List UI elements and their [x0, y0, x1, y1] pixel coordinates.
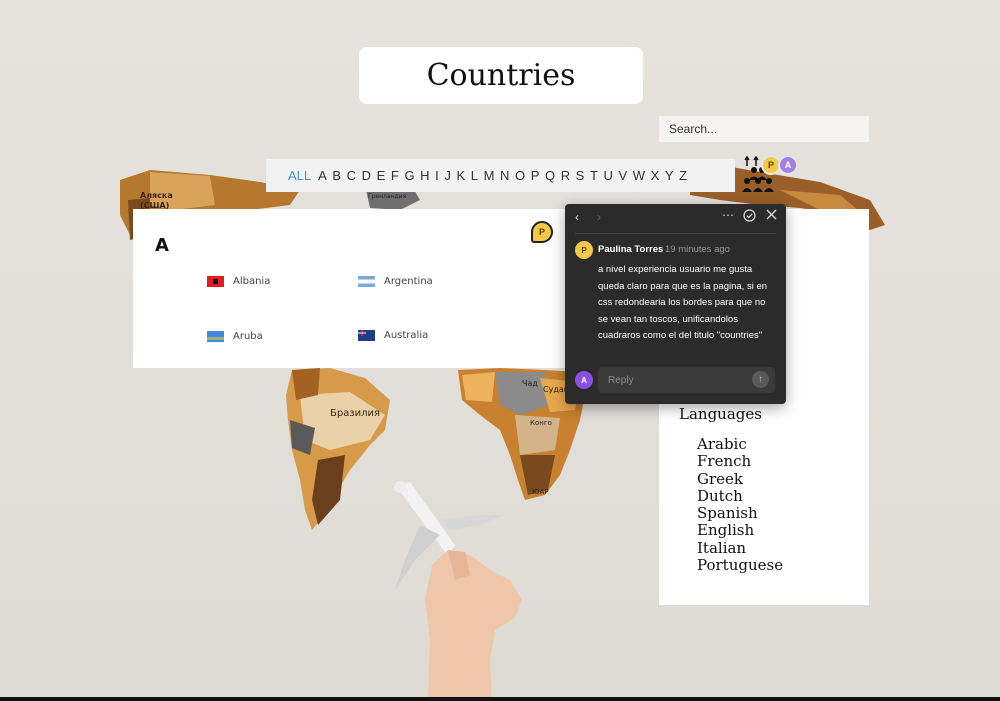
language-item: English [697, 521, 755, 540]
filter-letter-m[interactable]: M [484, 168, 495, 183]
comment-pin[interactable]: P [531, 221, 553, 243]
filter-letter-q[interactable]: Q [545, 168, 555, 183]
filter-letter-j[interactable]: J [444, 168, 451, 183]
filter-letter-x[interactable]: X [651, 168, 660, 183]
filter-letter-e[interactable]: E [377, 168, 386, 183]
page-title: Countries [359, 47, 643, 104]
filter-letter-o[interactable]: O [515, 168, 525, 183]
language-item: French [697, 452, 752, 471]
comment-divider [575, 233, 776, 234]
language-item: Greek [697, 469, 743, 488]
filter-letter-w[interactable]: W [633, 168, 645, 183]
filter-letter-t[interactable]: T [590, 168, 598, 183]
country-item[interactable]: Argentina [358, 276, 433, 287]
country-item[interactable]: Aruba [207, 331, 263, 342]
comment-author-avatar: P [575, 241, 593, 259]
chevron-left-icon[interactable]: ‹ [575, 210, 579, 224]
comment-timestamp: 19 minutes ago [665, 244, 730, 255]
albania-flag-icon [207, 276, 224, 287]
svg-text:Гренландия: Гренландия [368, 193, 407, 200]
hand [425, 550, 522, 701]
country-name: Argentina [384, 276, 433, 287]
country-item[interactable]: Australia [358, 330, 428, 341]
language-item: Spanish [697, 504, 758, 523]
language-item: Dutch [697, 486, 743, 505]
country-name: Australia [384, 330, 429, 341]
comment-toolbar: ‹ › ⋯ [565, 204, 786, 232]
argentina-flag-icon [358, 276, 375, 287]
filter-letter-v[interactable]: V [618, 168, 627, 183]
languages-title: Languages [679, 405, 762, 423]
aruba-flag-icon [207, 331, 224, 342]
filter-letter-p[interactable]: P [531, 168, 540, 183]
comment-text: a nivel experiencia usuario me gusta que… [598, 264, 768, 342]
filter-letter-n[interactable]: N [500, 168, 509, 183]
filter-letter-a[interactable]: A [318, 168, 327, 183]
countries-panel: A Albania Argentina Aruba Australia [133, 209, 565, 368]
comment-popup: ‹ › ⋯ P Paulina Torres 19 minutes ago a … [565, 204, 786, 404]
language-item: Portuguese [697, 556, 784, 575]
country-name: Aruba [233, 331, 263, 342]
language-item: Arabic [697, 435, 747, 453]
filter-letter-l[interactable]: L [471, 168, 478, 183]
comment-author: Paulina Torres [598, 244, 664, 255]
svg-text:ЮАР: ЮАР [532, 488, 549, 496]
search-input[interactable] [659, 116, 869, 142]
svg-text:Чад: Чад [522, 379, 538, 388]
filter-letter-k[interactable]: K [456, 168, 465, 183]
australia-flag-icon [358, 330, 375, 341]
send-arrow-icon[interactable]: ↑ [752, 371, 769, 388]
section-letter: A [155, 235, 169, 256]
language-item: Italian [697, 538, 747, 557]
avatar-collaborator-a[interactable]: A [778, 155, 798, 175]
reply-input[interactable] [598, 367, 775, 393]
filter-letter-g[interactable]: G [404, 168, 414, 183]
filter-letter-z[interactable]: Z [679, 168, 687, 183]
alphabet-filter: ALL A B C D E F G H I J K L M N O P Q R … [266, 159, 735, 192]
country-item[interactable]: Albania [207, 276, 270, 287]
filter-letter-h[interactable]: H [420, 168, 429, 183]
more-icon[interactable]: ⋯ [722, 208, 734, 222]
filter-letter-b[interactable]: B [332, 168, 341, 183]
filter-letter-u[interactable]: U [603, 168, 612, 183]
bottom-bar [0, 697, 1000, 701]
map-label-brazil: Бразилия [330, 408, 380, 419]
filter-all[interactable]: ALL [288, 168, 311, 183]
resolve-check-icon[interactable] [743, 209, 756, 225]
reply-avatar: A [575, 371, 593, 389]
chevron-right-icon[interactable]: › [597, 210, 601, 224]
filter-letter-y[interactable]: Y [665, 168, 674, 183]
map-label-alaska: Аляска [140, 191, 173, 200]
filter-letter-f[interactable]: F [391, 168, 399, 183]
filter-letter-c[interactable]: C [347, 168, 356, 183]
languages-list: Arabic French Greek Dutch Spanish Englis… [697, 435, 784, 575]
map-south-america: Бразилия [286, 368, 390, 530]
filter-letter-i[interactable]: I [435, 168, 439, 183]
filter-letter-d[interactable]: D [362, 168, 371, 183]
close-icon[interactable] [766, 209, 777, 223]
country-name: Albania [233, 276, 271, 287]
filter-letter-s[interactable]: S [576, 168, 585, 183]
filter-letter-r[interactable]: R [561, 168, 570, 183]
svg-text:Конго: Конго [530, 419, 552, 427]
